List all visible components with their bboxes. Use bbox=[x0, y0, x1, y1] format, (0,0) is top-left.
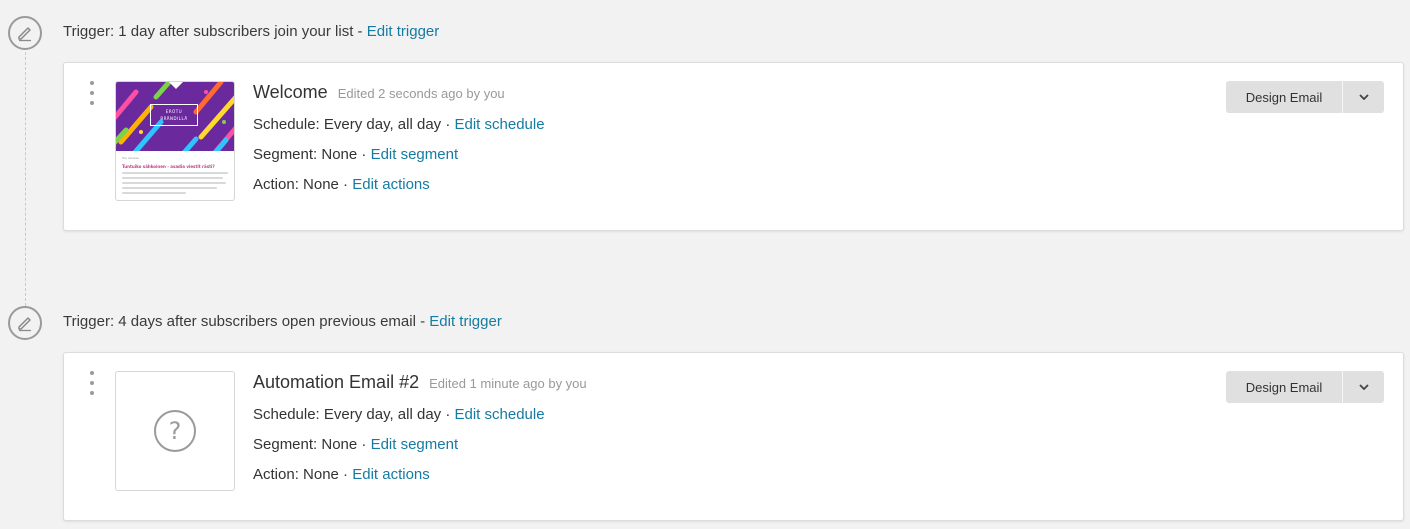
trigger-line: Trigger: 1 day after subscribers join yo… bbox=[63, 23, 439, 40]
trigger-description: Trigger: 1 day after subscribers join yo… bbox=[63, 23, 367, 40]
pencil-icon bbox=[18, 317, 31, 332]
email-title[interactable]: Welcome bbox=[253, 82, 328, 103]
edit-schedule-link[interactable]: Edit schedule bbox=[455, 116, 545, 133]
kebab-menu-icon[interactable] bbox=[86, 371, 98, 395]
schedule-row: Schedule: Every day, all day · Edit sche… bbox=[253, 116, 545, 133]
kebab-menu-icon[interactable] bbox=[86, 81, 98, 105]
edit-segment-link[interactable]: Edit segment bbox=[371, 146, 459, 163]
edit-actions-link[interactable]: Edit actions bbox=[352, 176, 430, 193]
trigger-line: Trigger: 4 days after subscribers open p… bbox=[63, 313, 502, 330]
edit-trigger-icon[interactable] bbox=[8, 16, 42, 50]
email-info: Automation Email #2 Edited 1 minute ago … bbox=[253, 372, 587, 496]
design-email-dropdown-button[interactable] bbox=[1342, 371, 1384, 403]
action-row: Action: None · Edit actions bbox=[253, 176, 430, 193]
email-info: Welcome Edited 2 seconds ago by you Sche… bbox=[253, 82, 545, 206]
edit-schedule-link[interactable]: Edit schedule bbox=[455, 406, 545, 423]
edited-timestamp: Edited 2 seconds ago by you bbox=[337, 86, 505, 101]
edit-segment-link[interactable]: Edit segment bbox=[371, 436, 459, 453]
timeline-connector bbox=[25, 52, 26, 306]
edited-timestamp: Edited 1 minute ago by you bbox=[429, 376, 587, 391]
design-email-button-group: Design Email bbox=[1226, 81, 1384, 113]
edit-trigger-link[interactable]: Edit trigger bbox=[367, 23, 440, 40]
action-row: Action: None · Edit actions bbox=[253, 466, 430, 483]
thumbnail-hero-image: EROTU BRÄNDILLÄ bbox=[116, 82, 234, 151]
thumbnail-body: Hei asiakas Tuntuiko sähkoinen - asadia … bbox=[122, 156, 228, 197]
schedule-row: Schedule: Every day, all day · Edit sche… bbox=[253, 406, 545, 423]
thumbnail-logo: EROTU BRÄNDILLÄ bbox=[150, 104, 198, 126]
email-card: ? Automation Email #2 Edited 1 minute ag… bbox=[63, 352, 1404, 521]
edit-trigger-icon[interactable] bbox=[8, 306, 42, 340]
trigger-description: Trigger: 4 days after subscribers open p… bbox=[63, 313, 430, 330]
design-email-button[interactable]: Design Email bbox=[1226, 81, 1342, 113]
design-email-dropdown-button[interactable] bbox=[1342, 81, 1384, 113]
segment-row: Segment: None · Edit segment bbox=[253, 436, 459, 453]
pencil-icon bbox=[18, 27, 31, 42]
question-circle-icon: ? bbox=[154, 410, 196, 452]
design-email-button[interactable]: Design Email bbox=[1226, 371, 1342, 403]
email-card: EROTU BRÄNDILLÄ Hei asiakas Tuntuiko säh… bbox=[63, 62, 1404, 231]
design-email-button-group: Design Email bbox=[1226, 371, 1384, 403]
email-thumbnail[interactable]: EROTU BRÄNDILLÄ Hei asiakas Tuntuiko säh… bbox=[115, 81, 235, 201]
email-title[interactable]: Automation Email #2 bbox=[253, 372, 419, 393]
chevron-down-icon bbox=[1358, 94, 1369, 100]
chevron-down-icon bbox=[1358, 384, 1369, 390]
segment-row: Segment: None · Edit segment bbox=[253, 146, 459, 163]
edit-trigger-link[interactable]: Edit trigger bbox=[429, 313, 502, 330]
email-thumbnail-placeholder[interactable]: ? bbox=[115, 371, 235, 491]
edit-actions-link[interactable]: Edit actions bbox=[352, 466, 430, 483]
